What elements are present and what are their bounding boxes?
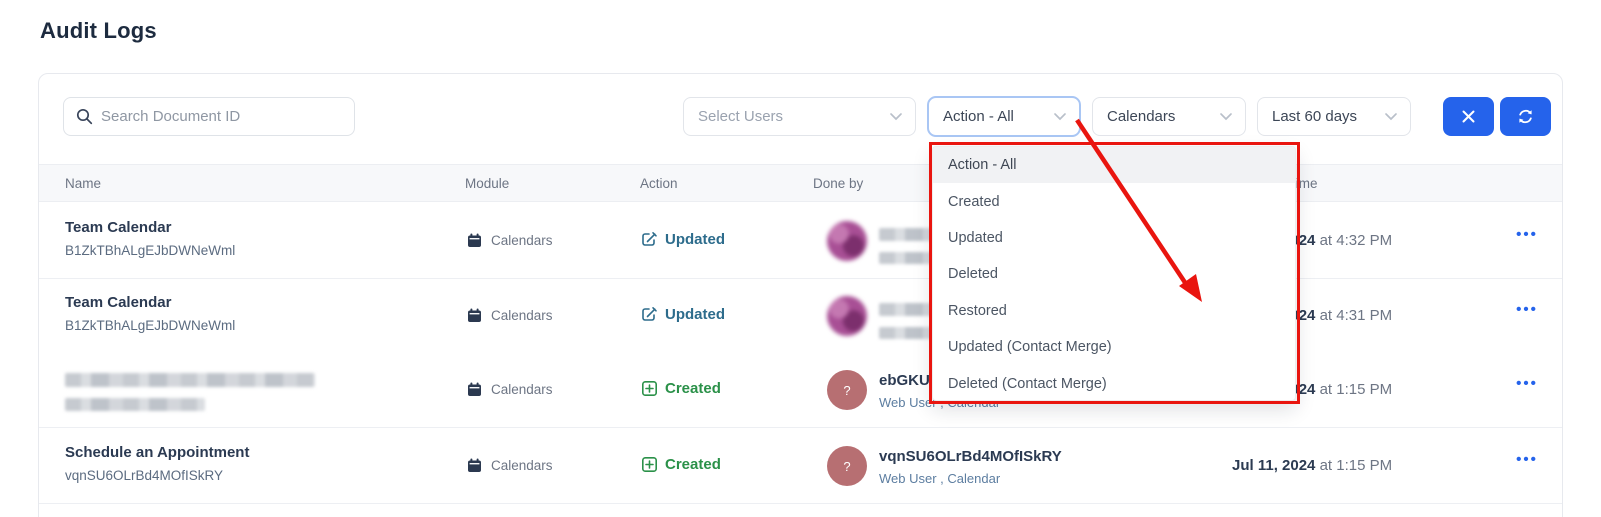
document-title: Team Calendar (65, 219, 235, 236)
chevron-down-icon (1053, 112, 1067, 121)
edit-square-icon (641, 231, 658, 248)
audit-logs-page: Audit Logs Select Users Action - All Cal… (0, 0, 1601, 517)
module-cell: Calendars (467, 458, 553, 473)
document-title: Team Calendar (65, 294, 235, 311)
action-dropdown-menu: Action - All Created Updated Deleted Res… (932, 146, 1296, 401)
plus-square-icon (641, 380, 658, 397)
event-date: Jul 11, 2024 (1232, 457, 1315, 474)
users-filter-value: Select Users (698, 108, 783, 125)
action-filter-value: Action - All (943, 108, 1014, 125)
module-label: Calendars (491, 233, 553, 248)
column-header-action: Action (640, 176, 678, 191)
table-row[interactable]: Team Calendar B1ZkTBhALgEJbDWNeWml Calen… (39, 279, 1562, 354)
module-label: Calendars (491, 308, 553, 323)
action-cell: Created (641, 380, 721, 397)
action-label: Updated (665, 231, 725, 248)
table-row[interactable]: Schedule an Appointment vqnSU6OLrBd4MOfI… (39, 429, 1562, 504)
plus-square-icon (641, 456, 658, 473)
document-id: vqnSU6OLrBd4MOfISkRY (65, 468, 249, 483)
action-cell: Updated (641, 306, 725, 323)
module-cell: Calendars (467, 308, 553, 323)
menu-item-updated-contact-merge[interactable]: Updated (Contact Merge) (933, 329, 1295, 365)
time-cell: Jul 11, 2024 at 1:15 PM (1232, 457, 1392, 474)
row-actions-button[interactable]: ••• (1494, 226, 1560, 243)
action-label: Updated (665, 306, 725, 323)
table-row[interactable]: Calendars Created ? ebGKUpj9 Web User , … (39, 353, 1562, 428)
menu-item-restored[interactable]: Restored (933, 293, 1295, 329)
row-actions-button[interactable]: ••• (1494, 301, 1560, 318)
date-range-filter-value: Last 60 days (1272, 108, 1357, 125)
table-header: Name Module Action Done by Time (39, 164, 1562, 202)
chevron-down-icon (889, 112, 903, 121)
row-actions-button[interactable]: ••• (1494, 375, 1560, 392)
action-cell: Updated (641, 231, 725, 248)
action-cell: Created (641, 456, 721, 473)
column-header-module: Module (465, 176, 509, 191)
calendar-icon (467, 233, 482, 248)
x-mark-icon (1461, 109, 1476, 124)
edit-square-icon (641, 306, 658, 323)
menu-item-created[interactable]: Created (933, 183, 1295, 219)
document-name-cell: Schedule an Appointment vqnSU6OLrBd4MOfI… (65, 444, 249, 483)
event-time: at 4:31 PM (1320, 307, 1393, 324)
menu-item-deleted[interactable]: Deleted (933, 256, 1295, 292)
module-cell: Calendars (467, 382, 553, 397)
chevron-down-icon (1384, 112, 1398, 121)
document-title: Schedule an Appointment (65, 444, 249, 461)
event-time: at 4:32 PM (1320, 232, 1393, 249)
avatar: ? (827, 446, 867, 486)
action-label: Created (665, 456, 721, 473)
row-actions-button[interactable]: ••• (1494, 451, 1560, 468)
redacted-document-title (65, 373, 315, 387)
column-header-doneby: Done by (813, 176, 863, 191)
menu-item-updated[interactable]: Updated (933, 220, 1295, 256)
menu-item-action-all[interactable]: Action - All (933, 147, 1295, 183)
done-by-cell: ? vqnSU6OLrBd4MOfISkRY Web User , Calend… (827, 446, 1062, 486)
event-time: at 1:15 PM (1320, 457, 1393, 474)
redacted-avatar (827, 221, 867, 261)
done-by-role: Web User , Calendar (879, 471, 1062, 486)
redacted-avatar (827, 296, 867, 336)
search-input[interactable] (101, 108, 342, 125)
column-header-name: Name (65, 176, 101, 191)
clear-filters-button[interactable] (1443, 97, 1494, 136)
module-label: Calendars (491, 382, 553, 397)
calendar-icon (467, 382, 482, 397)
document-name-cell (65, 368, 315, 411)
document-name-cell: Team Calendar B1ZkTBhALgEJbDWNeWml (65, 219, 235, 258)
done-by-name: vqnSU6OLrBd4MOfISkRY (879, 448, 1062, 465)
document-name-cell: Team Calendar B1ZkTBhALgEJbDWNeWml (65, 294, 235, 333)
users-filter-select[interactable]: Select Users (683, 97, 916, 136)
module-filter-value: Calendars (1107, 108, 1175, 125)
date-range-filter-select[interactable]: Last 60 days (1257, 97, 1411, 136)
action-label: Created (665, 380, 721, 397)
refresh-icon (1517, 108, 1534, 125)
table-row[interactable]: Team Calendar B1ZkTBhALgEJbDWNeWml Calen… (39, 204, 1562, 279)
event-time: at 1:15 PM (1320, 381, 1393, 398)
document-id: B1ZkTBhALgEJbDWNeWml (65, 318, 235, 333)
search-icon (76, 108, 93, 125)
search-box (63, 97, 355, 136)
calendar-icon (467, 308, 482, 323)
page-title: Audit Logs (40, 18, 157, 44)
refresh-button[interactable] (1500, 97, 1551, 136)
module-label: Calendars (491, 458, 553, 473)
calendar-icon (467, 458, 482, 473)
document-id: B1ZkTBhALgEJbDWNeWml (65, 243, 235, 258)
menu-item-deleted-contact-merge[interactable]: Deleted (Contact Merge) (933, 365, 1295, 401)
avatar: ? (827, 370, 867, 410)
redacted-document-id (65, 398, 205, 411)
module-cell: Calendars (467, 233, 553, 248)
module-filter-select[interactable]: Calendars (1092, 97, 1246, 136)
chevron-down-icon (1219, 112, 1233, 121)
done-by-user: vqnSU6OLrBd4MOfISkRY Web User , Calendar (879, 446, 1062, 486)
action-filter-select[interactable]: Action - All (927, 96, 1081, 137)
